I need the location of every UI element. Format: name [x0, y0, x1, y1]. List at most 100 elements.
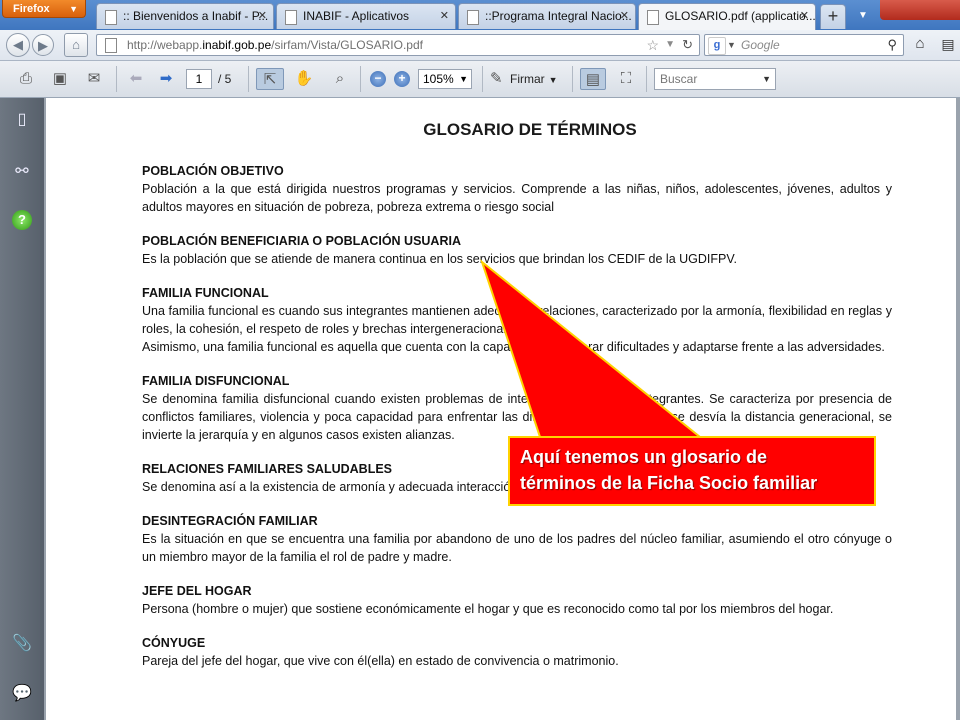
pen-icon: ✎	[490, 70, 503, 87]
reload-icon[interactable]: ↻	[682, 35, 693, 55]
toolbar-divider	[646, 66, 647, 92]
entry-body: Población a la que está dirigida nuestro…	[142, 182, 892, 214]
fit-page-icon[interactable]: ⛶	[614, 68, 638, 90]
entry-heading: POBLACIÓN OBJETIVO	[142, 164, 284, 178]
entry-body: Persona (hombre o mujer) que sostiene ec…	[142, 602, 834, 616]
bookmarks-icon[interactable]: ▤	[938, 34, 958, 54]
sign-label: Firmar	[510, 72, 545, 86]
help-icon[interactable]: ?	[12, 210, 32, 230]
comments-icon[interactable]: 💬	[10, 682, 34, 706]
tab-label: ::Programa Integral Nacio...	[485, 9, 632, 23]
page-icon	[105, 10, 117, 25]
find-input[interactable]: Buscar ▼	[654, 68, 776, 90]
glossary-entry: POBLACIÓN BENEFICIARIA O POBLACIÓN USUAR…	[142, 232, 892, 268]
fit-width-icon[interactable]: ▤	[580, 68, 606, 90]
home-icon[interactable]: ⌂	[910, 34, 930, 54]
entry-heading: FAMILIA FUNCIONAL	[142, 286, 269, 300]
callout-box: Aquí tenemos un glosario de términos de …	[508, 436, 876, 506]
chevron-down-icon: ▼	[69, 4, 78, 14]
page-icon	[467, 10, 479, 25]
close-icon[interactable]: ✕	[620, 4, 629, 28]
browser-titlebar: Firefox ▼ :: Bienvenidos a Inabif - P... …	[0, 0, 960, 30]
url-bar[interactable]: http://webapp.inabif.gob.pe/sirfam/Vista…	[96, 34, 700, 56]
tab-aplicativos[interactable]: INABIF - Aplicativos ✕	[276, 3, 456, 29]
new-tab-button[interactable]: +	[820, 4, 846, 29]
tab-label: INABIF - Aplicativos	[303, 9, 410, 23]
glossary-entry: FAMILIA FUNCIONAL Una familia funcional …	[142, 284, 892, 356]
entry-heading: POBLACIÓN BENEFICIARIA O POBLACIÓN USUAR…	[142, 234, 461, 248]
previous-page-icon[interactable]: ⬅	[124, 68, 148, 90]
entry-heading: FAMILIA DISFUNCIONAL	[142, 374, 290, 388]
select-tool-icon[interactable]: ⇱	[256, 68, 284, 90]
forward-button[interactable]: ▶	[32, 34, 54, 56]
next-page-icon[interactable]: ➡	[154, 68, 178, 90]
entry-heading: CÓNYUGE	[142, 636, 206, 650]
toolbar-divider	[248, 66, 249, 92]
toolbar-divider	[482, 66, 483, 92]
marquee-zoom-icon[interactable]: ⌕	[328, 68, 352, 90]
chevron-down-icon[interactable]: ▼	[762, 69, 771, 89]
firefox-menu-label: Firefox	[13, 3, 50, 15]
tab-programa-integral[interactable]: ::Programa Integral Nacio... ✕	[458, 3, 636, 29]
glossary-entry: CÓNYUGE Pareja del jefe del hogar, que v…	[142, 634, 892, 670]
page-icon	[647, 10, 659, 25]
navigation-bar: ◀ ▶ ⌂ http://webapp.inabif.gob.pe/sirfam…	[0, 30, 960, 61]
page-count: / 5	[218, 72, 232, 86]
toolbar-divider	[572, 66, 573, 92]
tab-label: :: Bienvenidos a Inabif - P...	[123, 9, 269, 23]
zoom-out-icon[interactable]: −	[370, 71, 386, 87]
chevron-down-icon: ▼	[459, 74, 468, 84]
zoom-value: 105%	[423, 72, 454, 86]
pages-icon[interactable]: ▯	[10, 108, 34, 132]
close-icon[interactable]: ✕	[258, 4, 267, 28]
sign-button[interactable]: ✎ Firmar ▼	[490, 68, 558, 90]
url-prefix: http://webapp.	[127, 38, 203, 52]
email-icon[interactable]: ✉	[82, 68, 106, 90]
tab-bienvenidos[interactable]: :: Bienvenidos a Inabif - P... ✕	[96, 3, 274, 29]
chevron-down-icon[interactable]: ▼	[665, 35, 675, 55]
close-icon[interactable]: ✕	[440, 4, 449, 28]
google-icon: g	[708, 37, 726, 55]
print-icon[interactable]: ⎙	[14, 68, 38, 90]
page-icon	[105, 38, 117, 53]
tab-label: GLOSARIO.pdf (applicatio...	[665, 9, 816, 23]
search-icon[interactable]: ⚲	[887, 35, 897, 55]
close-icon[interactable]: ✕	[800, 4, 809, 28]
glossary-entry: DESINTEGRACIÓN FAMILIAR Es la situación …	[142, 512, 892, 566]
binoculars-icon[interactable]: ⚯	[10, 160, 34, 184]
page-icon	[285, 10, 297, 25]
toolbar-divider	[360, 66, 361, 92]
glossary-entry: FAMILIA DISFUNCIONAL Se denomina familia…	[142, 372, 892, 444]
firefox-menu-button[interactable]: Firefox ▼	[2, 0, 86, 18]
entry-body: Una familia funcional es cuando sus inte…	[142, 304, 892, 336]
entry-heading: JEFE DEL HOGAR	[142, 584, 252, 598]
back-button[interactable]: ◀	[6, 33, 30, 57]
glossary-entry: POBLACIÓN OBJETIVO Población a la que es…	[142, 162, 892, 216]
tab-list-chevron-icon[interactable]: ▼	[858, 10, 868, 21]
tab-glosario-pdf[interactable]: GLOSARIO.pdf (applicatio... ✕	[638, 3, 816, 30]
entry-body: Es la situación en que se encuentra una …	[142, 532, 892, 564]
page-number-input[interactable]: 1	[186, 69, 212, 89]
attachment-icon[interactable]: 📎	[10, 632, 34, 656]
chevron-down-icon[interactable]: ▼	[727, 35, 736, 55]
glossary-entry: JEFE DEL HOGAR Persona (hombre o mujer) …	[142, 582, 892, 618]
toolbar-divider	[116, 66, 117, 92]
entry-body: Pareja del jefe del hogar, que vive con …	[142, 654, 619, 668]
entry-body: Es la población que se atiende de manera…	[142, 252, 738, 266]
bookmark-star-icon[interactable]: ☆	[646, 35, 659, 55]
zoom-in-icon[interactable]: +	[394, 71, 410, 87]
url-path: /sirfam/Vista/GLOSARIO.pdf	[271, 38, 423, 52]
search-input[interactable]: g ▼ Google ⚲	[704, 34, 904, 56]
search-placeholder: Google	[741, 38, 780, 52]
home-identity-icon[interactable]: ⌂	[64, 33, 88, 57]
chevron-down-icon: ▼	[548, 75, 558, 85]
window-close-button[interactable]	[880, 0, 960, 20]
pdf-toolbar: ⎙ ▣ ✉ ⬅ ➡ 1 / 5 ⇱ ✋ ⌕ − + 105% ▼ ✎ Firmar ▼…	[0, 61, 960, 98]
save-icon[interactable]: ▣	[48, 68, 72, 90]
hand-tool-icon[interactable]: ✋	[292, 68, 316, 90]
zoom-select[interactable]: 105% ▼	[418, 69, 472, 89]
glossary-content: POBLACIÓN OBJETIVO Población a la que es…	[142, 162, 892, 686]
entry-heading: DESINTEGRACIÓN FAMILIAR	[142, 514, 318, 528]
find-placeholder: Buscar	[660, 72, 698, 86]
callout-line-2: términos de la Ficha Socio familiar	[520, 473, 818, 493]
